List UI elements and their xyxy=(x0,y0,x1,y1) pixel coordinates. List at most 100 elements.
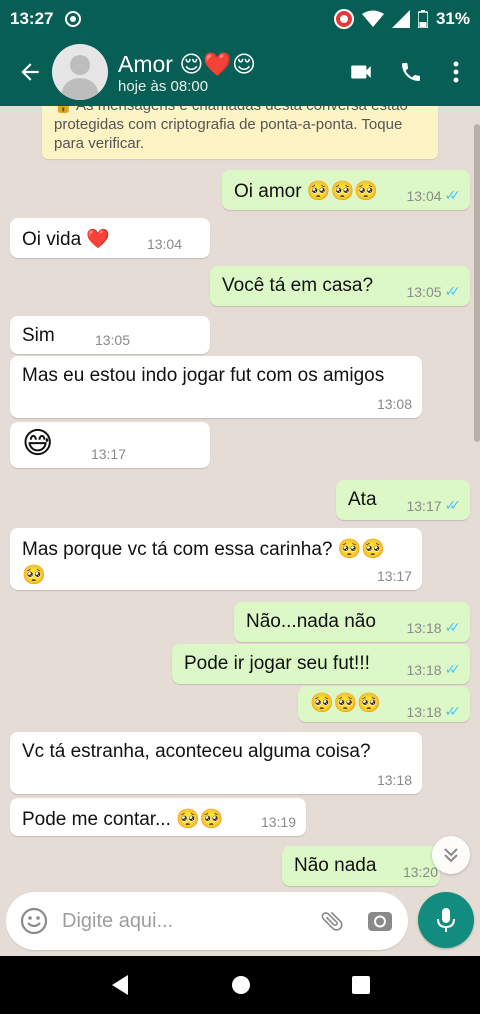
message-time: 13:17 xyxy=(376,568,412,584)
camera-button[interactable] xyxy=(356,897,404,945)
contact-avatar[interactable] xyxy=(52,44,108,100)
message-bubble[interactable]: Mas eu estou indo jogar fut com os amigo… xyxy=(10,356,422,418)
emoji-button[interactable] xyxy=(8,895,60,947)
message-meta: 13:04 xyxy=(147,236,182,252)
camera-icon xyxy=(368,912,392,931)
read-ticks-icon: ✓✓ xyxy=(444,619,462,635)
attach-button[interactable] xyxy=(308,897,356,945)
message-text: Não nada xyxy=(294,855,377,876)
read-ticks-icon: ✓✓ xyxy=(444,497,462,513)
microphone-icon xyxy=(437,908,455,932)
message-bubble[interactable]: Não...nada não 13:18 ✓✓ xyxy=(234,602,470,642)
message-text: Você tá em casa? xyxy=(222,275,374,296)
video-camera-icon xyxy=(351,65,371,79)
voice-call-button[interactable] xyxy=(386,47,436,97)
read-ticks-icon: ✓✓ xyxy=(444,187,462,203)
encryption-notice[interactable]: 🔒 As mensagens e chamadas desta conversa… xyxy=(42,106,438,159)
message-text: Vc tá estranha, aconteceu alguma coisa? xyxy=(22,741,371,762)
more-vert-icon xyxy=(453,61,459,83)
message-bubble[interactable]: Sim 13:05 xyxy=(10,316,210,354)
wifi-icon xyxy=(361,10,384,27)
recents-nav-icon[interactable] xyxy=(351,976,370,994)
voice-message-button[interactable] xyxy=(418,892,474,948)
read-ticks-icon: ✓✓ xyxy=(444,283,462,299)
battery-level: 31% xyxy=(435,9,470,28)
message-bubble[interactable]: 🥺🥺🥺 13:18 ✓✓ xyxy=(298,686,470,722)
message-input-container[interactable]: Digite aqui... xyxy=(6,892,408,950)
message-time: 13:05 xyxy=(406,283,442,300)
double-chevron-down-icon xyxy=(444,848,458,863)
status-bar: 13:27 31% xyxy=(0,0,480,38)
message-bubble[interactable]: Vc tá estranha, aconteceu alguma coisa? … xyxy=(10,732,422,794)
message-bubble[interactable]: Não nada 13:20 xyxy=(282,846,440,886)
message-meta: 13:08 xyxy=(377,396,412,412)
last-seen: hoje às 08:00 xyxy=(118,77,209,95)
paperclip-icon xyxy=(321,911,343,931)
message-text: Mas eu estou indo jogar fut com os amigo… xyxy=(22,365,385,386)
message-time: 13:19 xyxy=(260,814,296,830)
message-meta: 13:18 ✓✓ xyxy=(406,619,462,636)
message-time: 13:17 xyxy=(406,497,442,514)
message-meta: 13:20 xyxy=(403,864,438,880)
screen-record-icon xyxy=(333,9,354,29)
message-bubble[interactable]: Oi vida ❤️ 13:04 xyxy=(10,218,210,258)
status-time: 13:27 xyxy=(10,9,54,28)
message-time: 13:18 xyxy=(406,703,442,720)
message-text: Pode ir jogar seu fut!!! xyxy=(184,653,370,674)
notification-icon xyxy=(65,11,82,27)
chat-scrollbar[interactable] xyxy=(474,124,480,442)
contact-name: Amor 😌❤️😌 xyxy=(118,50,256,77)
message-bubble[interactable]: Mas porque vc tá com essa carinha? 🥺🥺 🥺 … xyxy=(10,528,422,590)
message-bubble[interactable]: Oi amor 🥺🥺🥺 13:04 ✓✓ xyxy=(222,170,470,210)
message-meta: 13:05 ✓✓ xyxy=(406,283,462,300)
message-time: 13:05 xyxy=(94,332,130,348)
message-time: 13:04 xyxy=(406,187,442,204)
phone-icon xyxy=(402,63,420,81)
system-nav-bar xyxy=(0,956,480,1014)
message-text: Ata xyxy=(348,489,377,510)
message-time: 13:17 xyxy=(90,446,126,462)
message-text: Oi vida ❤️ xyxy=(22,229,111,250)
encryption-notice-text: 🔒 As mensagens e chamadas desta conversa… xyxy=(54,106,408,152)
message-text: 😅 xyxy=(22,427,54,460)
message-bubble[interactable]: Pode ir jogar seu fut!!! 13:18 ✓✓ xyxy=(172,644,470,684)
message-bubble[interactable]: Pode me contar... 🥺🥺 13:19 xyxy=(10,798,306,836)
video-call-button[interactable] xyxy=(336,47,386,97)
message-meta: 13:18 xyxy=(377,772,412,788)
message-meta: 13:17 xyxy=(377,568,412,584)
emoji-icon xyxy=(20,907,48,935)
message-time: 13:18 xyxy=(406,661,442,678)
message-input[interactable]: Digite aqui... xyxy=(62,910,308,933)
message-meta: 13:18 ✓✓ xyxy=(406,661,462,678)
message-bubble[interactable]: Você tá em casa? 13:05 ✓✓ xyxy=(210,266,470,306)
back-nav-icon[interactable] xyxy=(110,974,130,996)
chat-area[interactable]: 🔒 As mensagens e chamadas desta conversa… xyxy=(0,106,480,890)
composer-bar: Digite aqui... xyxy=(0,890,480,956)
battery-icon xyxy=(417,10,428,28)
message-meta: 13:17 ✓✓ xyxy=(406,497,462,514)
status-right: 31% xyxy=(333,9,470,29)
home-nav-icon[interactable] xyxy=(231,975,251,995)
message-bubble[interactable]: 😅 13:17 xyxy=(10,422,210,468)
message-text: Sim xyxy=(22,325,55,346)
message-time: 13:08 xyxy=(376,396,412,412)
back-arrow-icon xyxy=(21,63,39,81)
message-text: Não...nada não xyxy=(246,611,376,632)
message-bubble[interactable]: Ata 13:17 ✓✓ xyxy=(336,480,470,520)
back-button[interactable] xyxy=(8,50,52,94)
read-ticks-icon: ✓✓ xyxy=(444,661,462,677)
signal-icon xyxy=(391,10,410,28)
message-time: 13:18 xyxy=(376,772,412,788)
message-text: 🥺🥺🥺 xyxy=(310,693,381,714)
read-ticks-icon: ✓✓ xyxy=(444,703,462,719)
scroll-down-button[interactable] xyxy=(432,836,470,874)
message-text: Mas porque vc tá com essa carinha? 🥺🥺 🥺 xyxy=(22,539,386,586)
message-meta: 13:05 xyxy=(95,332,130,348)
chat-header: Amor 😌❤️😌 hoje às 08:00 xyxy=(0,38,480,106)
message-meta: 13:18 ✓✓ xyxy=(406,703,462,720)
message-meta: 13:04 ✓✓ xyxy=(406,187,462,204)
contact-info[interactable]: Amor 😌❤️😌 hoje às 08:00 xyxy=(118,50,336,95)
message-time: 13:20 xyxy=(402,864,438,880)
message-time: 13:18 xyxy=(406,619,442,636)
more-options-button[interactable] xyxy=(436,47,476,97)
